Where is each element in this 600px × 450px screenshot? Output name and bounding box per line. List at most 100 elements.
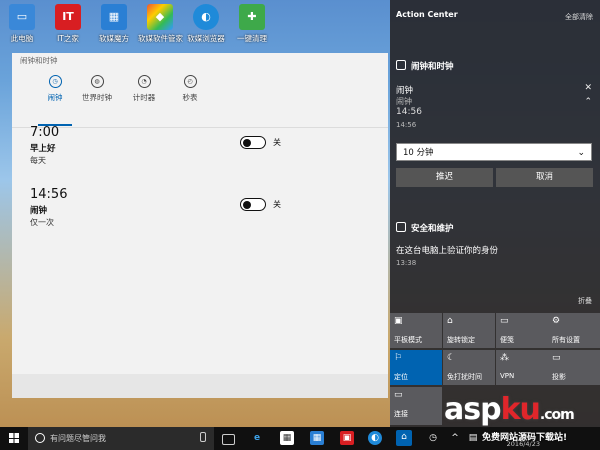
desktop-icons: ▭ 此电脑 IT IT之家 ▦ 软媒魔方 ◆ 软媒软件管家 ◐ 软媒浏览器 ✚ … [0,0,390,48]
snooze-value: 10 分钟 [403,148,434,158]
alarm-repeat: 每天 [30,156,46,165]
edge-browser-icon[interactable]: e [250,431,264,445]
project-icon: ▭ [552,353,561,363]
computer-icon: ▭ [9,4,35,30]
quick-action-location[interactable]: ⚐ 定位 [390,350,442,385]
alarms-app-window: 闹钟和时钟 ◷ 闹钟 ◍ 世界时钟 ◔ 计时器 ◴ 秒表 7:00 早上好 每天… [12,53,388,398]
rubik-icon[interactable]: ▦ [310,431,324,445]
windows-logo-icon [9,433,19,443]
globe-icon: ◍ [90,75,104,88]
start-button[interactable] [0,427,28,450]
alarm-name: 闹钟 [30,206,48,216]
group-title: 闹钟和时钟 [411,62,454,72]
tab-label: 计时器 [132,93,156,102]
toggle-state-label: 关 [273,138,281,147]
notification-timestamp: 14:56 [396,121,417,129]
connect-icon: ▭ [394,390,403,400]
quick-action-label: 连接 [394,410,408,418]
quick-action-label: 所有设置 [552,336,580,344]
alarm-clock-icon: ◷ [48,75,62,88]
home-icon[interactable]: ⌂ [396,430,412,446]
alarm-repeat: 仅一次 [30,218,54,227]
flag-icon [396,222,406,232]
settings-icon: ⚙ [552,316,561,326]
toggle-knob [243,138,251,147]
desktop-icon-cleaner[interactable]: ✚ 一键清理 [230,4,274,44]
alarm-item[interactable]: 7:00 早上好 每天 关 [30,125,370,166]
cleaner-icon: ✚ [239,4,265,30]
quick-action-project[interactable]: ▭ 投影 [548,350,600,385]
chevron-down-icon: ⌄ [577,148,585,158]
search-placeholder: 有问题尽管问我 [50,434,106,443]
task-view-icon[interactable] [222,434,235,445]
store-icon[interactable]: ▦ [280,431,294,445]
timer-icon: ◔ [137,75,151,88]
collapse-button[interactable]: 折叠 [578,296,592,306]
tab-stopwatch[interactable]: ◴ 秒表 [170,75,210,103]
quick-action-label: VPN [500,372,515,380]
quick-action-connect[interactable]: ▭ 连接 [390,387,442,425]
browser-icon[interactable]: ◐ [368,431,382,445]
tab-label: 秒表 [182,93,198,102]
tab-world-clock[interactable]: ◍ 世界时钟 [77,75,117,103]
desktop-icon-label: 软媒魔方 [99,34,129,43]
quick-action-label: 免打扰时间 [447,373,482,381]
desktop-icon-browser[interactable]: ◐ 软媒浏览器 [184,4,228,44]
alarm-clock-icon [396,60,406,70]
chevron-up-icon[interactable]: ⌃ [584,97,592,107]
ithome-icon: IT [55,4,81,30]
watermark-logo: aspku.com [444,392,575,427]
cortana-search-box[interactable]: 有问题尽管问我 [28,427,214,450]
desktop-icon-rubik[interactable]: ▦ 软媒魔方 [92,4,136,44]
snooze-time-select[interactable]: 10 分钟 ⌄ [396,143,592,161]
quick-action-all-settings[interactable]: ⚙ 所有设置 [548,313,600,348]
dismiss-button[interactable]: 取消 [496,168,593,187]
action-center: Action Center 全部清除 闹钟和时钟 闹钟 ✕ 闹钟 ⌃ 14:56… [390,0,600,427]
quick-action-quiet-hours[interactable]: ☾ 免打扰时间 [443,350,495,385]
desktop-icon-label: IT之家 [57,34,79,43]
watermark-brand-a: asp [444,392,502,427]
alarm-item[interactable]: 14:56 闹钟 仅一次 关 [30,187,370,228]
alarm-toggle[interactable] [240,136,266,149]
close-icon[interactable]: ✕ [584,83,592,93]
notification-group-header[interactable]: 安全和维护 [396,222,454,234]
quick-action-vpn[interactable]: ⁂ VPN [496,350,548,385]
quiet-hours-icon: ☾ [447,353,456,363]
notification-title: 闹钟 [396,86,414,96]
app-command-bar [12,374,388,398]
quick-action-note[interactable]: ▭ 便笺 [496,313,548,348]
alarm-toggle[interactable] [240,198,266,211]
rotation-lock-icon: ⌂ [447,316,453,326]
tablet-mode-icon: ▣ [394,316,403,326]
quick-action-label: 定位 [394,373,408,381]
browser-icon: ◐ [193,4,219,30]
tab-alarm[interactable]: ◷ 闹钟 [35,75,75,103]
quick-action-rotation-lock[interactable]: ⌂ 旋转锁定 [443,313,495,348]
watermark-brand-b: ku [500,392,541,427]
quick-action-label: 旋转锁定 [447,336,475,344]
notification-subtitle: 闹钟 [396,97,412,106]
tab-label: 世界时钟 [82,93,112,102]
quick-action-label: 平板模式 [394,336,422,344]
rubik-icon: ▦ [101,4,127,30]
microphone-icon[interactable] [200,432,206,442]
desktop-icon-ithome[interactable]: IT IT之家 [46,4,90,44]
stopwatch-icon: ◴ [183,75,197,88]
watermark-tagline: 免费网站源码下载站! [482,433,568,443]
desktop-icon-software-manager[interactable]: ◆ 软媒软件管家 [138,4,183,44]
tab-timer[interactable]: ◔ 计时器 [124,75,164,103]
ithome-icon[interactable]: ▣ [340,431,354,445]
clear-all-button[interactable]: 全部清除 [565,12,593,22]
quick-action-tablet-mode[interactable]: ▣ 平板模式 [390,313,442,348]
toggle-state-label: 关 [273,200,281,209]
snooze-button[interactable]: 推迟 [396,168,493,187]
desktop-icon-this-pc[interactable]: ▭ 此电脑 [0,4,44,44]
desktop-icon-label: 一键清理 [237,34,267,43]
location-icon: ⚐ [394,353,403,363]
notification-message[interactable]: 在这台电脑上验证你的身份 [396,244,498,256]
desktop-icon-label: 软媒软件管家 [138,34,183,43]
notification-timestamp: 13:38 [396,259,417,267]
notification-group-header[interactable]: 闹钟和时钟 [396,60,454,72]
action-center-title: Action Center [396,10,458,19]
alarm-time: 14:56 [30,187,68,202]
